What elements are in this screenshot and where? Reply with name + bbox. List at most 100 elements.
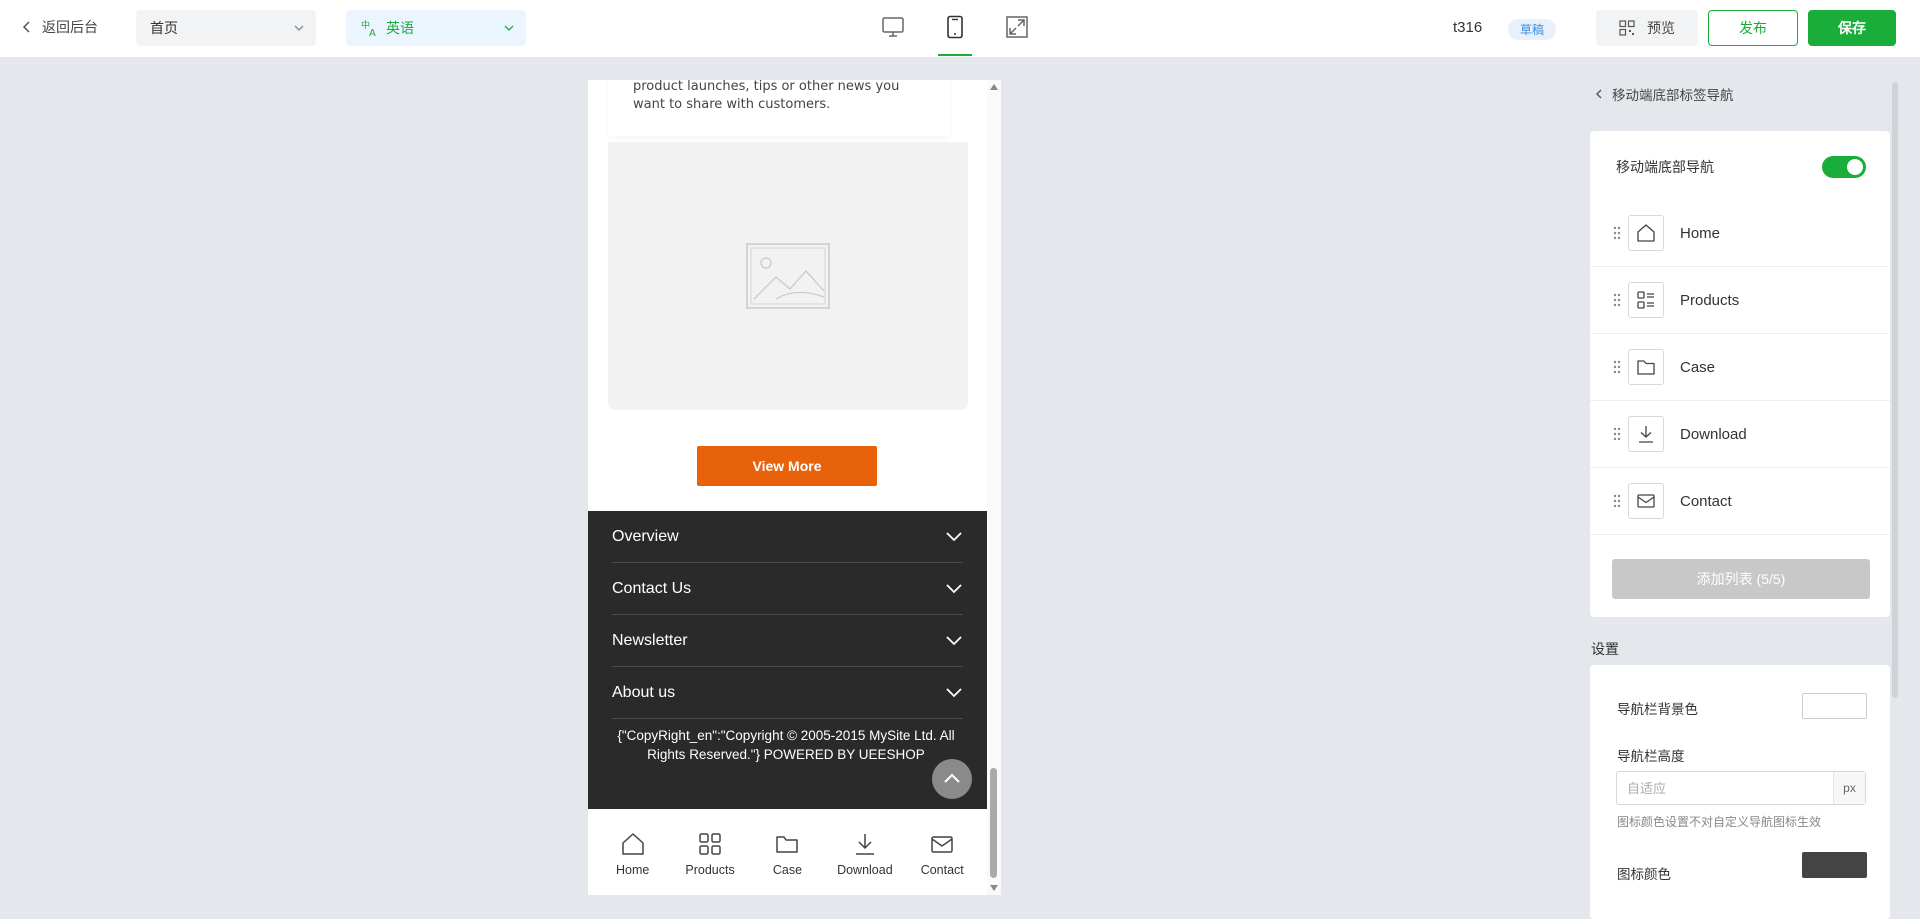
home-icon xyxy=(621,833,644,855)
nav-item-contact[interactable]: Contact xyxy=(1590,468,1890,535)
publish-button[interactable]: 发布 xyxy=(1708,10,1798,46)
mobile-nav-label: Download xyxy=(837,863,893,877)
page-select[interactable]: 首页 xyxy=(136,10,316,46)
list-icon xyxy=(1637,291,1654,309)
back-to-top-button[interactable] xyxy=(932,759,972,799)
chevron-down-icon xyxy=(946,687,962,697)
expand-icon xyxy=(1006,16,1028,38)
nav-item-label: Download xyxy=(1680,425,1747,443)
accordion-label: About us xyxy=(612,683,676,701)
add-list-button[interactable]: 添加列表 (5/5) xyxy=(1612,559,1870,599)
nav-height-label: 导航栏高度 xyxy=(1617,749,1685,764)
folder-icon xyxy=(776,836,799,853)
toggle-label: 移动端底部导航 xyxy=(1616,159,1714,175)
bottom-nav-toggle[interactable] xyxy=(1822,156,1866,178)
site-footer: Overview Contact Us Newsletter About us … xyxy=(588,511,987,809)
nav-item-download[interactable]: Download xyxy=(1590,401,1890,468)
nav-settings-card: 导航栏背景色 导航栏高度 px 图标颜色设置不对自定义导航图标生效 图标颜色 xyxy=(1590,665,1890,919)
nav-height-field: px xyxy=(1616,771,1866,805)
drag-handle-icon[interactable] xyxy=(1612,494,1622,508)
mobile-nav-label: Home xyxy=(616,863,650,877)
nav-item-label: Home xyxy=(1680,224,1721,242)
chevron-down-icon xyxy=(504,25,514,31)
image-icon xyxy=(746,243,830,309)
chevron-down-icon xyxy=(946,583,962,593)
nav-icon-picker[interactable] xyxy=(1628,215,1664,251)
chevron-left-icon xyxy=(22,21,30,33)
nav-item-case[interactable]: Case xyxy=(1590,334,1890,401)
footer-accordion-overview[interactable]: Overview xyxy=(612,511,963,563)
nav-item-label: Products xyxy=(1680,291,1740,309)
image-placeholder xyxy=(608,142,968,410)
save-button[interactable]: 保存 xyxy=(1808,10,1896,46)
language-select[interactable]: 中 A 英语 xyxy=(346,10,526,46)
mobile-nav-products[interactable]: Products xyxy=(673,831,747,877)
page-select-value: 首页 xyxy=(150,20,178,36)
back-to-admin-link[interactable]: 返回后台 xyxy=(20,17,98,37)
mobile-nav-download[interactable]: Download xyxy=(828,831,902,877)
drag-handle-icon[interactable] xyxy=(1612,427,1622,441)
mail-icon xyxy=(1637,494,1655,508)
language-select-value: 英语 xyxy=(386,20,414,36)
chevron-left-icon xyxy=(1596,89,1602,99)
drag-handle-icon[interactable] xyxy=(1612,293,1622,307)
mobile-nav-case[interactable]: Case xyxy=(750,831,824,877)
download-icon xyxy=(1639,426,1653,443)
drag-handle-icon[interactable] xyxy=(1612,360,1622,374)
nav-item-label: Contact xyxy=(1680,492,1732,510)
chevron-down-icon xyxy=(294,25,304,31)
chevron-down-icon xyxy=(946,635,962,645)
panel-back-link[interactable]: 移动端底部标签导航 xyxy=(1594,84,1734,104)
qr-code-icon xyxy=(1619,20,1635,36)
mobile-nav-label: Products xyxy=(685,863,735,877)
mobile-nav-contact[interactable]: Contact xyxy=(905,831,979,877)
icon-color-hint: 图标颜色设置不对自定义导航图标生效 xyxy=(1617,815,1822,829)
scroll-up-arrow[interactable] xyxy=(990,84,998,90)
nav-height-input[interactable] xyxy=(1617,772,1833,804)
scroll-down-arrow[interactable] xyxy=(990,885,998,891)
nav-item-products[interactable]: Products xyxy=(1590,267,1890,334)
preview-button[interactable]: 预览 xyxy=(1596,10,1698,46)
grid-icon xyxy=(699,833,721,855)
mobile-preview-canvas[interactable]: product launches, tips or other news you… xyxy=(588,80,1001,895)
nav-item-home[interactable]: Home xyxy=(1590,200,1890,267)
mobile-nav-label: Case xyxy=(772,863,803,877)
bg-color-picker[interactable] xyxy=(1802,693,1867,719)
fullscreen-button[interactable] xyxy=(1004,12,1030,42)
footer-accordion-contact-us[interactable]: Contact Us xyxy=(612,563,963,615)
top-toolbar: 返回后台 首页 中 A 英语 t316 草稿 预览 发布 保存 xyxy=(0,0,1920,58)
footer-accordion-newsletter[interactable]: Newsletter xyxy=(612,615,963,667)
device-switcher xyxy=(880,12,1030,56)
folder-icon xyxy=(1637,360,1655,375)
mobile-icon xyxy=(947,15,963,39)
nav-items-card: 移动端底部导航 Home Products Case Download Cont… xyxy=(1590,131,1890,617)
mobile-nav-home[interactable]: Home xyxy=(596,831,670,877)
nav-icon-picker[interactable] xyxy=(1628,349,1664,385)
chevron-down-icon xyxy=(946,531,962,541)
bottom-nav-toggle-row: 移动端底部导航 xyxy=(1616,156,1866,178)
mobile-bottom-nav: Home Products Case Download Contact xyxy=(588,813,987,895)
desktop-view-button[interactable] xyxy=(880,12,906,42)
nav-icon-picker[interactable] xyxy=(1628,416,1664,452)
mobile-nav-label: Contact xyxy=(920,863,964,877)
status-badge: 草稿 xyxy=(1508,19,1557,40)
chevron-up-icon xyxy=(944,773,960,783)
nav-icon-picker[interactable] xyxy=(1628,483,1664,519)
icon-color-label: 图标颜色 xyxy=(1617,867,1671,882)
mobile-view-button[interactable] xyxy=(938,12,972,56)
copyright-text: {"CopyRight_en":"Copyright © 2005-2015 M… xyxy=(617,728,955,762)
accordion-label: Newsletter xyxy=(612,631,688,649)
icon-color-picker[interactable] xyxy=(1802,852,1867,878)
nav-icon-picker[interactable] xyxy=(1628,282,1664,318)
bg-color-label: 导航栏背景色 xyxy=(1617,702,1698,717)
preview-label: 预览 xyxy=(1647,20,1675,36)
scroll-thumb[interactable] xyxy=(990,768,997,878)
preview-scrollbar[interactable] xyxy=(987,80,1001,895)
panel-scrollbar[interactable] xyxy=(1892,82,1898,698)
settings-section-title: 设置 xyxy=(1591,641,1619,657)
view-more-button[interactable]: View More xyxy=(697,446,877,486)
drag-handle-icon[interactable] xyxy=(1612,226,1622,240)
footer-accordion-about-us[interactable]: About us xyxy=(612,667,963,719)
mail-icon xyxy=(931,836,953,853)
desktop-icon xyxy=(882,17,904,37)
